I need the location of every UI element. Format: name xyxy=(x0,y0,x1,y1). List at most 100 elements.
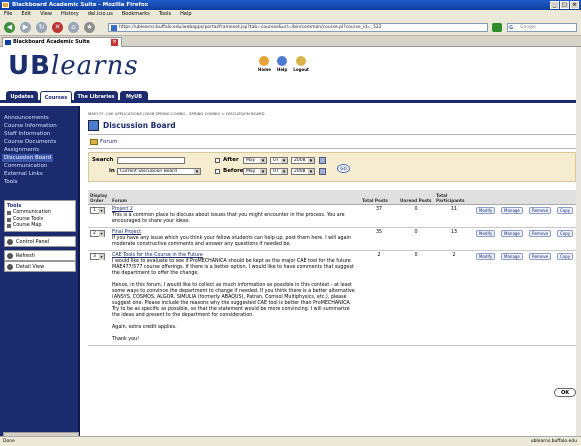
col-manage xyxy=(499,190,527,205)
sidebar-item-course-documents[interactable]: Course Documents xyxy=(4,138,56,146)
col-display-order: Display Order xyxy=(88,190,110,205)
forum-button-label: Forum xyxy=(100,139,118,145)
tab-libraries[interactable]: The Libraries xyxy=(74,91,118,103)
menu-file[interactable]: File xyxy=(4,10,12,19)
remove-button[interactable]: Remove xyxy=(529,206,552,214)
logout-link[interactable]: Logout xyxy=(293,56,309,72)
sidebar-item-external-links[interactable]: External Links xyxy=(4,170,43,178)
back-button[interactable]: ◀ xyxy=(4,22,15,33)
menu-help[interactable]: Help xyxy=(180,10,191,19)
browser-window: Blackboard Academic Suite - Mozilla Fire… xyxy=(0,0,581,446)
display-order-select[interactable]: 1 xyxy=(90,206,105,214)
tab-myub[interactable]: MyUB xyxy=(120,91,148,103)
display-order-select[interactable]: 3 xyxy=(90,252,105,260)
after-day-select[interactable]: 07 xyxy=(270,157,288,164)
detail-view-button[interactable]: Detail View xyxy=(4,261,76,272)
refresh-icon xyxy=(7,253,13,259)
portal-tabs: Updates Courses The Libraries MyUB xyxy=(0,90,581,103)
home-link[interactable]: Home xyxy=(258,56,271,72)
unread-posts: 0 xyxy=(398,227,434,251)
sidebar-item-assignments[interactable]: Assignments xyxy=(4,146,39,154)
browser-tab[interactable]: Blackboard Academic Suite × xyxy=(2,37,122,47)
forum-description-2: Hence, in this forum, I would like to co… xyxy=(112,282,355,318)
manage-button[interactable]: Manage xyxy=(501,206,523,214)
sidebar-item-course-information[interactable]: Course Information xyxy=(4,122,57,130)
forum-link[interactable]: CAE Tools for the Course in the Future xyxy=(112,253,203,258)
before-year-select[interactable]: 2008 xyxy=(291,168,315,175)
after-month-select[interactable]: May xyxy=(243,157,267,164)
total-posts: 2 xyxy=(360,250,398,346)
remove-button[interactable]: Remove xyxy=(529,229,552,237)
add-forum-button[interactable]: Forum xyxy=(90,139,117,145)
forum-icon xyxy=(90,139,98,145)
modify-button[interactable]: Modify xyxy=(476,206,496,214)
logo-learns: learns xyxy=(50,51,139,81)
modify-button[interactable]: Modify xyxy=(476,229,496,237)
status-bar: Done ublearns.buffalo.edu xyxy=(0,436,581,446)
tools-course-map[interactable]: Course Map xyxy=(7,223,73,230)
sidebar-item-communication[interactable]: Communication xyxy=(4,162,47,170)
col-copy xyxy=(555,190,576,205)
menu-edit[interactable]: Edit xyxy=(21,10,31,19)
refresh-button[interactable]: Refresh xyxy=(4,250,76,261)
total-participants: 11 xyxy=(434,204,474,228)
modify-button[interactable]: Modify xyxy=(476,252,496,260)
control-panel-label: Control Panel xyxy=(16,239,50,245)
sidebar-item-tools[interactable]: Tools xyxy=(4,178,18,186)
remove-button[interactable]: Remove xyxy=(529,252,552,260)
forum-link[interactable]: Final Project xyxy=(112,230,141,235)
before-checkbox[interactable] xyxy=(215,169,220,174)
tab-updates[interactable]: Updates xyxy=(6,91,38,103)
copy-button[interactable]: Copy xyxy=(557,206,574,214)
course-map-icon xyxy=(7,224,11,229)
before-month-select[interactable]: May xyxy=(243,168,267,175)
sidebar-item-discussion-board[interactable]: Discussion Board xyxy=(2,154,54,162)
breadcrumb[interactable]: MAE577: CAE APPLICATIONS (2008 SPRING CO… xyxy=(88,111,265,116)
forum-description-3: Again, extra credit applies. xyxy=(112,324,177,330)
ok-button[interactable]: OK xyxy=(554,388,576,397)
menu-bookmarks[interactable]: Bookmarks xyxy=(122,10,150,19)
sidebar-item-announcements[interactable]: Announcements xyxy=(4,114,49,122)
search-input[interactable]: G Google xyxy=(507,23,577,32)
tab-close-icon[interactable]: × xyxy=(111,39,118,46)
course-tools-icon xyxy=(7,217,11,222)
menu-tools[interactable]: Tools xyxy=(159,10,171,19)
go-button[interactable] xyxy=(492,23,502,32)
before-day-select[interactable]: 07 xyxy=(270,168,288,175)
minimize-button[interactable]: _ xyxy=(550,1,559,9)
sidebar-item-staff-information[interactable]: Staff Information xyxy=(4,130,50,138)
forward-button[interactable]: ▶ xyxy=(20,22,31,33)
manage-button[interactable]: Manage xyxy=(501,252,523,260)
reload-button[interactable]: ↻ xyxy=(36,22,47,33)
unread-posts: 0 xyxy=(398,204,434,228)
search-scope-select[interactable]: Current Discussion Board xyxy=(117,168,201,175)
control-panel-button[interactable]: Control Panel xyxy=(4,236,76,247)
close-window-button[interactable]: × xyxy=(570,1,579,9)
status-text: Done xyxy=(3,439,15,444)
display-order-select[interactable]: 2 xyxy=(90,229,105,237)
manage-button[interactable]: Manage xyxy=(501,229,523,237)
copy-button[interactable]: Copy xyxy=(557,229,574,237)
address-bar[interactable]: https://ublearns.buffalo.edu/webapps/por… xyxy=(108,23,488,32)
copy-button[interactable]: Copy xyxy=(557,252,574,260)
after-checkbox[interactable] xyxy=(215,158,220,163)
stop-button[interactable]: ✕ xyxy=(52,22,63,33)
menu-delicious[interactable]: del.icio.us xyxy=(88,10,113,19)
maximize-button[interactable]: □ xyxy=(560,1,569,9)
bookmark-button[interactable]: ★ xyxy=(84,22,95,33)
after-calendar-icon[interactable] xyxy=(319,157,326,164)
tab-courses[interactable]: Courses xyxy=(40,91,72,103)
search-go-button[interactable]: GO xyxy=(337,164,350,173)
after-year-select[interactable]: 2008 xyxy=(291,157,315,164)
logo-ub: UB xyxy=(8,51,51,81)
before-calendar-icon[interactable] xyxy=(319,168,326,175)
menu-history[interactable]: History xyxy=(61,10,79,19)
home-button[interactable]: ⌂ xyxy=(68,22,79,33)
search-keyword-input[interactable] xyxy=(117,157,185,164)
menu-view[interactable]: View xyxy=(40,10,52,19)
help-link[interactable]: Help xyxy=(277,56,287,72)
table-row: 3 CAE Tools for the Course in the Future… xyxy=(88,250,576,346)
forum-link[interactable]: Project 2 xyxy=(112,207,133,212)
page-vertical-scrollbar[interactable] xyxy=(576,47,581,436)
search-label: Search xyxy=(92,157,114,163)
